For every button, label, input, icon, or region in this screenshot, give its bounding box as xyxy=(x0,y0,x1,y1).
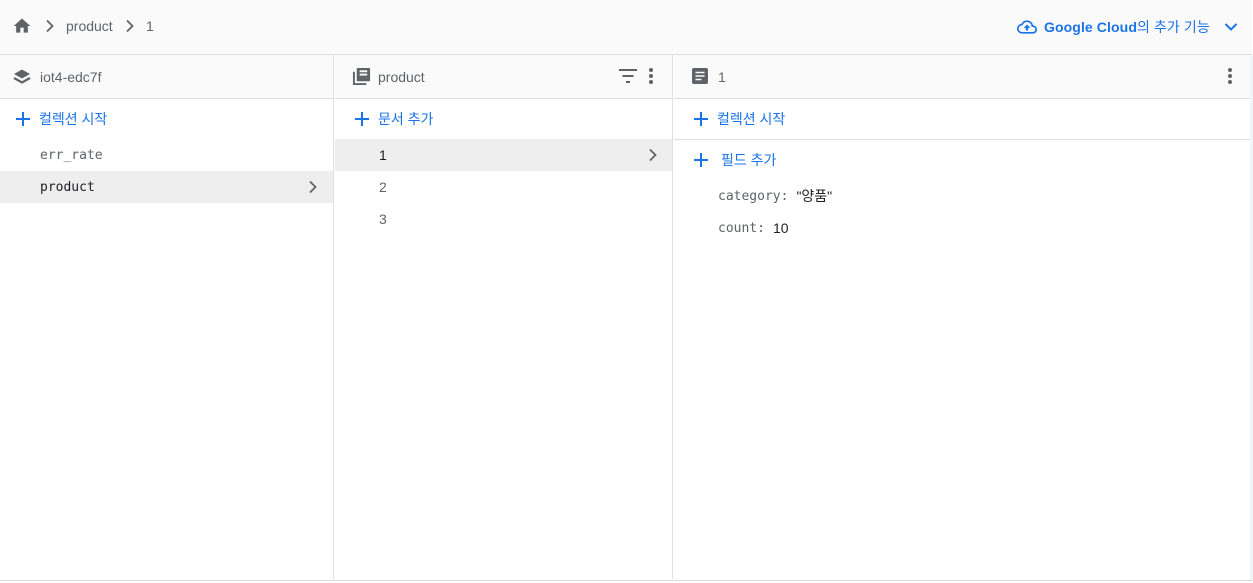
field-value: 10 xyxy=(772,220,789,236)
document-icon xyxy=(692,68,708,84)
chevron-right-icon xyxy=(649,148,657,162)
field-count[interactable]: count: 10 xyxy=(718,218,789,238)
document-label: 3 xyxy=(379,211,387,227)
chevron-down-icon xyxy=(1224,23,1238,31)
cloud-upload-icon xyxy=(1017,20,1037,34)
document-label: 1 xyxy=(379,147,387,163)
google-cloud-label: Google Cloud의 추가 기능 xyxy=(1044,17,1210,37)
firestore-data-viewer: product 1 Google Cloud의 추가 기능 iot4-edc7f xyxy=(0,0,1253,581)
field-key: category: xyxy=(718,188,789,204)
database-title: iot4-edc7f xyxy=(40,69,102,85)
plus-icon xyxy=(355,112,369,126)
root-column: iot4-edc7f 컬렉션 시작 err_rate product xyxy=(0,55,334,579)
collection-label: product xyxy=(40,179,95,195)
document-title: 1 xyxy=(718,69,726,85)
add-field-label: 필드 추가 xyxy=(721,152,777,168)
collection-stack-icon xyxy=(352,67,371,86)
section-divider xyxy=(674,139,1250,140)
more-vert-icon[interactable] xyxy=(648,67,654,85)
document-column-header: 1 xyxy=(674,55,1250,99)
google-cloud-features-button[interactable]: Google Cloud의 추가 기능 xyxy=(1016,17,1238,37)
document-item-2[interactable]: 2 xyxy=(335,171,672,203)
breadcrumb-bar: product 1 Google Cloud의 추가 기능 xyxy=(0,0,1252,55)
add-field-button[interactable]: 필드 추가 xyxy=(693,150,776,170)
chevron-right-icon xyxy=(46,19,54,33)
document-item-3[interactable]: 3 xyxy=(335,203,672,235)
more-vert-icon[interactable] xyxy=(1227,67,1233,85)
start-collection-button[interactable]: 컬렉션 시작 xyxy=(15,109,107,129)
collection-label: err_rate xyxy=(40,147,103,163)
collection-column: product 문서 추가 1 2 3 xyxy=(335,55,673,579)
filter-icon[interactable] xyxy=(619,69,637,83)
plus-icon xyxy=(16,112,30,126)
google-cloud-suffix: 의 추가 기능 xyxy=(1136,19,1210,35)
document-item-1[interactable]: 1 xyxy=(335,139,672,171)
plus-icon xyxy=(694,112,708,126)
collection-item-product[interactable]: product xyxy=(0,171,333,203)
document-column: 1 컬렉션 시작 필드 추가 category: "양품" count: 10 xyxy=(674,55,1250,579)
add-document-label: 문서 추가 xyxy=(378,111,434,127)
collection-title: product xyxy=(378,69,425,85)
plus-icon xyxy=(694,153,708,167)
field-value: "양품" xyxy=(796,188,833,204)
chevron-right-icon xyxy=(126,19,134,33)
breadcrumb-item-document[interactable]: 1 xyxy=(146,18,154,34)
start-collection-label: 컬렉션 시작 xyxy=(39,111,108,127)
collection-column-header: product xyxy=(335,55,672,99)
breadcrumb-item-collection[interactable]: product xyxy=(66,18,113,34)
google-cloud-brand: Google Cloud xyxy=(1044,19,1137,35)
home-icon[interactable] xyxy=(11,16,33,36)
database-layers-icon xyxy=(13,69,31,84)
chevron-right-icon xyxy=(309,180,317,194)
add-document-button[interactable]: 문서 추가 xyxy=(354,109,433,129)
start-collection-label: 컬렉션 시작 xyxy=(717,111,786,127)
field-key: count: xyxy=(718,220,765,236)
field-category[interactable]: category: "양품" xyxy=(718,186,832,206)
root-column-header: iot4-edc7f xyxy=(0,55,333,99)
document-label: 2 xyxy=(379,179,387,195)
start-subcollection-button[interactable]: 컬렉션 시작 xyxy=(693,109,785,129)
collection-item-err-rate[interactable]: err_rate xyxy=(0,139,333,171)
